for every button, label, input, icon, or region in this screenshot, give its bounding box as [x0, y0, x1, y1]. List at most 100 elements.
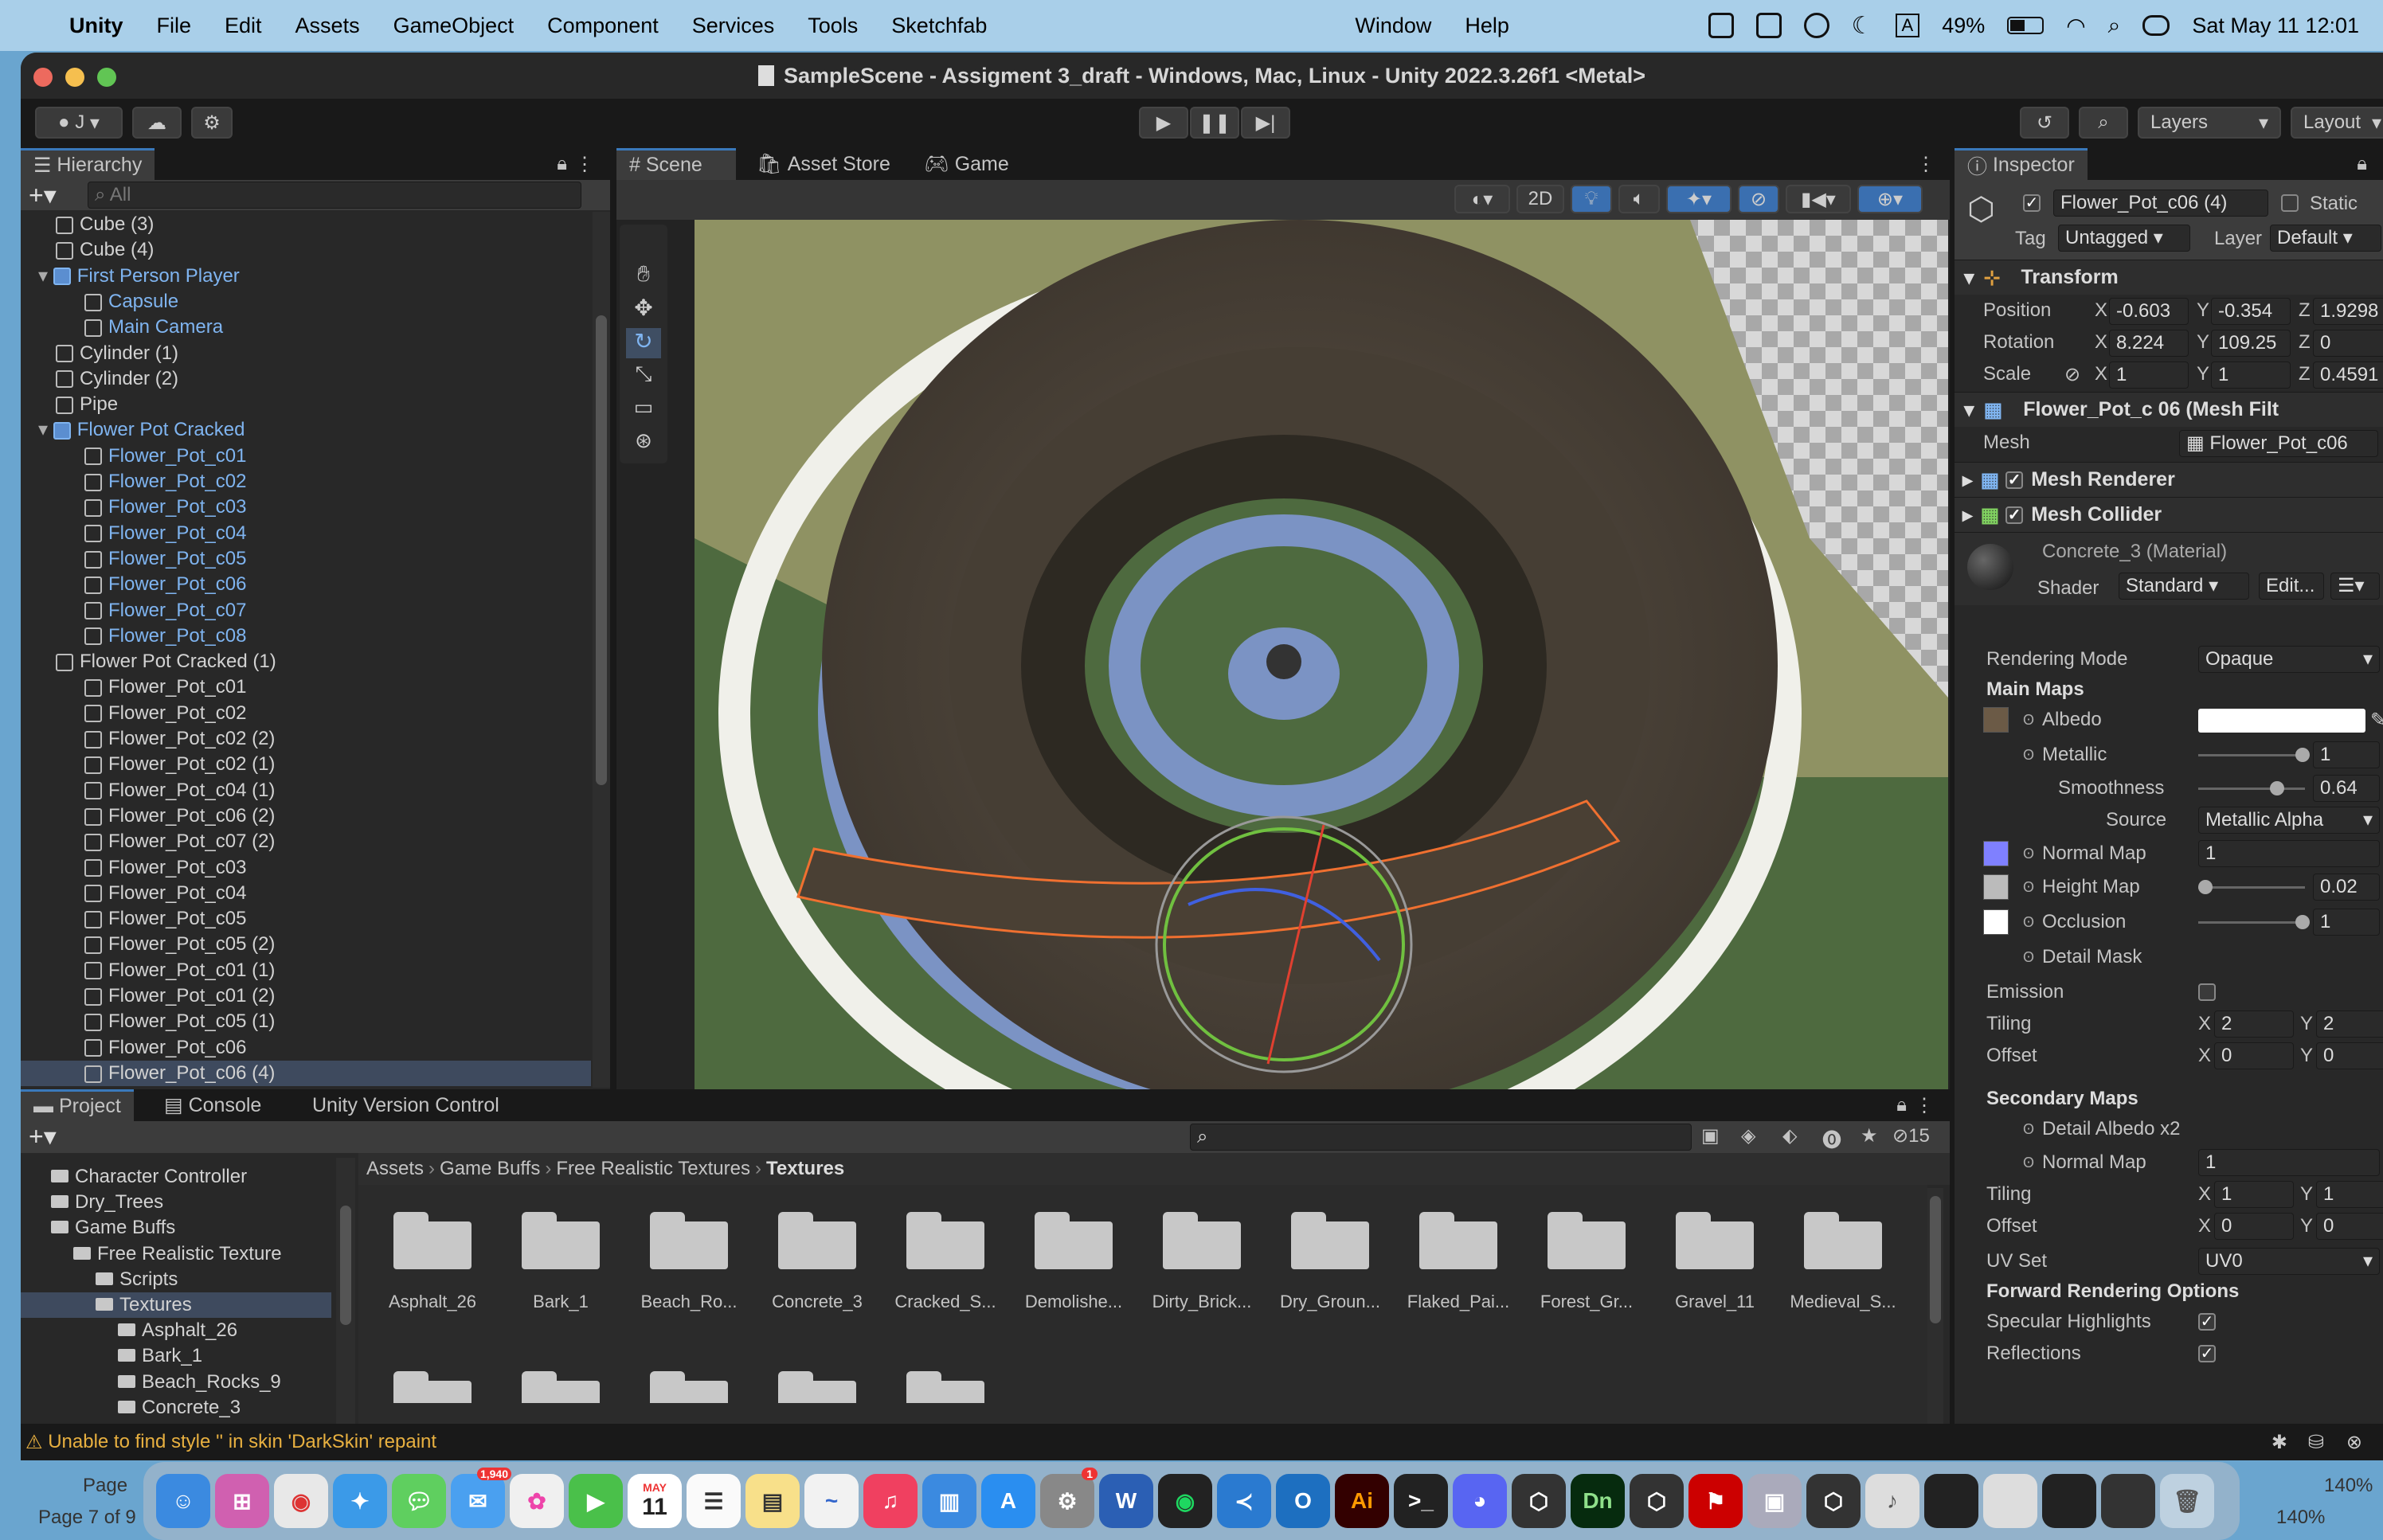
hierarchy-item[interactable]: Flower_Pot_c03	[21, 855, 591, 881]
tab-hierarchy[interactable]: ☰ Hierarchy	[21, 148, 155, 180]
warning-filter-icon[interactable]: ⓿	[1822, 1124, 1841, 1152]
tree-scrollbar[interactable]	[336, 1158, 355, 1436]
mesh-filter-header[interactable]: ▾ ▦ Flower_Pot_c 06 (Mesh Filt	[1955, 392, 2383, 427]
menu-component[interactable]: Component	[530, 14, 675, 38]
breadcrumb-item[interactable]: Textures	[766, 1158, 844, 1180]
filter-label-icon[interactable]: ◈	[1741, 1124, 1755, 1147]
shader-dropdown[interactable]: Standard ▾	[2119, 573, 2249, 600]
star-icon[interactable]: ★	[1861, 1124, 1878, 1147]
folder-icon[interactable]	[393, 1212, 472, 1269]
transform-scale-x-field[interactable]: 1	[2109, 362, 2189, 389]
hierarchy-item[interactable]: Flower_Pot_c01 (2)	[21, 983, 591, 1009]
folder-icon[interactable]	[778, 1371, 856, 1403]
transform-rotation-x-field[interactable]: 8.224	[2109, 330, 2189, 357]
folder-icon[interactable]	[393, 1371, 472, 1403]
mesh-collider-header[interactable]: ▸ ▦ ✓ Mesh Collider	[1955, 497, 2383, 532]
launchpad-icon[interactable]: ⊞	[215, 1474, 269, 1528]
tag-icon[interactable]: ⬖	[1782, 1124, 1797, 1147]
hierarchy-item[interactable]: Cylinder (1)	[21, 341, 591, 366]
word-icon[interactable]: W	[1099, 1474, 1153, 1528]
detail-normal-map-scale-field[interactable]: 1	[2198, 1149, 2380, 1176]
hierarchy-item[interactable]: Flower Pot Cracked (1)	[21, 649, 591, 674]
keynote-icon[interactable]: ▥	[922, 1474, 976, 1528]
height-map-value-field[interactable]: 0.02	[2313, 874, 2380, 901]
hierarchy-item[interactable]: Flower_Pot_c02 (1)	[21, 752, 591, 777]
tiling-y-field[interactable]: 2	[2316, 1010, 2383, 1038]
emission-checkbox[interactable]	[2198, 983, 2216, 1001]
camera-dropdown[interactable]: ▮◀▾	[1786, 185, 1851, 213]
hierarchy-item[interactable]: Flower_Pot_c04	[21, 881, 591, 906]
zoom-button[interactable]	[97, 68, 116, 87]
transform-header[interactable]: ▾ ⊹ Transform	[1955, 260, 2383, 295]
hierarchy-scrollbar[interactable]	[593, 212, 610, 1088]
system-settings-icon[interactable]: ⚙ 1	[1040, 1468, 1098, 1528]
project-tree-item[interactable]: Asphalt_26	[21, 1318, 331, 1343]
source-dropdown[interactable]: Metallic Alpha ▾	[2198, 807, 2380, 834]
menu-file[interactable]: File	[140, 14, 209, 38]
effects-dropdown[interactable]: ✦▾	[1666, 185, 1731, 213]
terminal-icon[interactable]: >_	[1394, 1474, 1448, 1528]
kebab-menu-icon[interactable]: ⋮	[1915, 1094, 1934, 1117]
folder-icon[interactable]	[906, 1371, 984, 1403]
menu-tools[interactable]: Tools	[791, 14, 875, 38]
unity-icon[interactable]: ⬡	[1630, 1474, 1684, 1528]
lighting-toggle[interactable]: 💡︎	[1571, 185, 1612, 213]
folder-icon[interactable]	[1163, 1212, 1241, 1269]
hierarchy-item[interactable]: Capsule	[21, 289, 591, 315]
hierarchy-item[interactable]: Flower_Pot_c07 (2)	[21, 829, 591, 854]
hierarchy-item[interactable]: Flower_Pot_c01	[21, 444, 591, 469]
screen-record-icon[interactable]	[1755, 13, 1782, 38]
calendar-icon[interactable]: MAY 11	[628, 1474, 682, 1528]
app-store-icon[interactable]: A	[981, 1474, 1035, 1528]
finder-icon[interactable]: ☺	[156, 1474, 210, 1528]
folder-icon[interactable]	[778, 1212, 856, 1269]
add-icon[interactable]: +▾	[29, 180, 57, 210]
pause-button[interactable]: ❚❚	[1190, 107, 1239, 139]
freeform-icon[interactable]: ~	[804, 1474, 859, 1528]
outlook-icon[interactable]: O	[1276, 1474, 1330, 1528]
hierarchy-item[interactable]: Flower_Pot_c08	[21, 623, 591, 649]
folder-icon[interactable]	[1676, 1212, 1754, 1269]
draw-mode-dropdown[interactable]: ◐▾	[1454, 185, 1510, 213]
eyedropper-icon[interactable]: ✎	[2370, 709, 2383, 732]
albedo-texture-slot[interactable]	[1983, 707, 2009, 733]
static-checkbox[interactable]	[2281, 194, 2299, 212]
folder-icon[interactable]	[1548, 1212, 1626, 1269]
breadcrumb-item[interactable]: Free Realistic Textures	[556, 1158, 750, 1180]
project-tree-item[interactable]: Bark_1	[21, 1343, 331, 1369]
hierarchy-item[interactable]: ▾ Flower Pot Cracked	[21, 417, 591, 443]
smoothness-value-field[interactable]: 0.64	[2313, 775, 2380, 802]
tab-version-control[interactable]: Unity Version Control	[299, 1089, 512, 1121]
network-icon[interactable]: ⊗	[2346, 1431, 2362, 1454]
recent-window-2[interactable]	[1983, 1474, 2037, 1528]
discord-icon[interactable]: ◕	[1453, 1474, 1507, 1528]
tiling-x-field[interactable]: 2	[2214, 1010, 2294, 1038]
height-map-texture-slot[interactable]	[1983, 874, 2009, 900]
layers-dropdown[interactable]: Layers ▾	[2138, 107, 2281, 139]
menu-window[interactable]: Window	[1338, 14, 1448, 38]
hierarchy-item[interactable]: Flower_Pot_c06 (2)	[21, 803, 591, 829]
music-icon[interactable]: ♫	[863, 1474, 918, 1528]
tag-dropdown[interactable]: Untagged ▾	[2058, 225, 2190, 252]
tab-console[interactable]: ▤ Console	[151, 1089, 274, 1121]
lock-icon[interactable]: 🔒︎	[557, 153, 567, 175]
menu-assets[interactable]: Assets	[279, 14, 377, 38]
minimize-button[interactable]	[65, 68, 84, 87]
metallic-slider-thumb[interactable]	[2295, 748, 2310, 762]
unity-editor-icon[interactable]: ⬡	[1806, 1474, 1861, 1528]
foldout-icon[interactable]: ▾	[38, 419, 53, 440]
layout-dropdown[interactable]: Layout ▾	[2291, 107, 2383, 139]
search-icon[interactable]: ⌕	[2108, 13, 2121, 39]
search-button[interactable]: ⌕	[2079, 107, 2128, 139]
hierarchy-item[interactable]: Flower_Pot_c02	[21, 469, 591, 494]
audio-file-icon[interactable]: ♪	[1865, 1474, 1919, 1528]
lock-icon[interactable]: 🔒︎	[2357, 153, 2367, 175]
occlusion-texture-slot[interactable]	[1983, 909, 2009, 935]
rotate-tool-icon[interactable]: ↻	[626, 328, 661, 358]
input-source-icon[interactable]: A	[1895, 14, 1920, 37]
smoothness-slider-track[interactable]	[2198, 788, 2305, 790]
moon-icon[interactable]: ☾	[1852, 12, 1873, 40]
kebab-menu-icon[interactable]: ⋮	[1916, 153, 1935, 176]
illustrator-icon[interactable]: Ai	[1335, 1474, 1389, 1528]
project-tree-item[interactable]: Game Buffs	[21, 1215, 331, 1241]
